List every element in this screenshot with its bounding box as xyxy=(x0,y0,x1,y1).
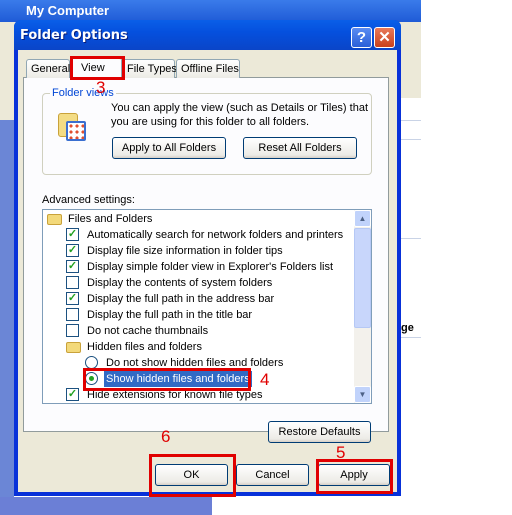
reset-all-folders-button[interactable]: Reset All Folders xyxy=(243,137,357,159)
advanced-settings-label: Advanced settings: xyxy=(42,194,135,206)
checkbox-checked[interactable]: ✓ xyxy=(66,228,79,241)
task-pane-bottom xyxy=(0,497,212,515)
annotation-box-4 xyxy=(83,368,251,391)
help-button[interactable]: ? xyxy=(351,27,372,48)
tab-file-types[interactable]: File Types xyxy=(122,59,177,78)
scroll-up-arrow-icon[interactable]: ▲ xyxy=(354,210,371,227)
list-item-label: Files and Folders xyxy=(68,213,153,225)
divider xyxy=(400,120,421,121)
list-item-label: Display file size information in folder … xyxy=(87,245,283,257)
checkbox-checked[interactable]: ✓ xyxy=(66,388,79,401)
list-item-label: Display simple folder view in Explorer's… xyxy=(87,261,334,273)
annotation-number-3: 3 xyxy=(96,78,106,97)
annotation-box-3 xyxy=(70,56,125,80)
tab-offline-files[interactable]: Offline Files xyxy=(176,59,240,78)
close-button[interactable]: ✕ xyxy=(374,27,395,48)
annotation-number-4: 4 xyxy=(260,370,270,389)
checkbox-checked[interactable]: ✓ xyxy=(66,292,79,305)
background-text: ge xyxy=(401,322,414,334)
cancel-button[interactable]: Cancel xyxy=(236,464,309,486)
task-pane xyxy=(0,120,14,515)
folder-icon xyxy=(66,342,81,353)
annotation-box-6 xyxy=(149,454,236,497)
checkbox-unchecked[interactable] xyxy=(66,324,79,337)
folder-icon xyxy=(47,214,62,225)
list-item-label: Display the contents of system folders xyxy=(87,277,273,289)
dialog-title: Folder Options xyxy=(20,28,128,43)
apply-to-all-folders-button[interactable]: Apply to All Folders xyxy=(112,137,226,159)
checkbox-unchecked[interactable] xyxy=(66,276,79,289)
folder-views-icon xyxy=(58,113,88,143)
scroll-thumb[interactable] xyxy=(354,228,371,328)
checkbox-checked[interactable]: ✓ xyxy=(66,260,79,273)
divider xyxy=(400,238,421,239)
list-item-label: Automatically search for network folders… xyxy=(87,229,344,241)
list-item-label: Display the full path in the title bar xyxy=(87,309,253,321)
folder-views-description-2: you are using for this folder to all fol… xyxy=(111,116,310,128)
annotation-number-6: 6 xyxy=(161,427,171,446)
checkbox-unchecked[interactable] xyxy=(66,308,79,321)
list-item-label: Hidden files and folders xyxy=(87,341,202,353)
my-computer-title: My Computer xyxy=(0,0,421,22)
list-scrollbar[interactable]: ▲ ▼ xyxy=(354,210,371,403)
annotation-box-5 xyxy=(316,459,393,494)
annotation-number-5: 5 xyxy=(336,443,346,462)
tab-general[interactable]: General xyxy=(26,59,70,78)
divider xyxy=(400,337,421,338)
restore-defaults-button[interactable]: Restore Defaults xyxy=(268,421,371,443)
divider xyxy=(400,139,421,140)
list-item-label: Display the full path in the address bar xyxy=(87,293,275,305)
folder-views-description: You can apply the view (such as Details … xyxy=(111,102,369,114)
checkbox-checked[interactable]: ✓ xyxy=(66,244,79,257)
list-item-label: Do not cache thumbnails xyxy=(87,325,209,337)
scroll-down-arrow-icon[interactable]: ▼ xyxy=(354,386,371,403)
folder-views-legend: Folder views xyxy=(50,87,116,99)
